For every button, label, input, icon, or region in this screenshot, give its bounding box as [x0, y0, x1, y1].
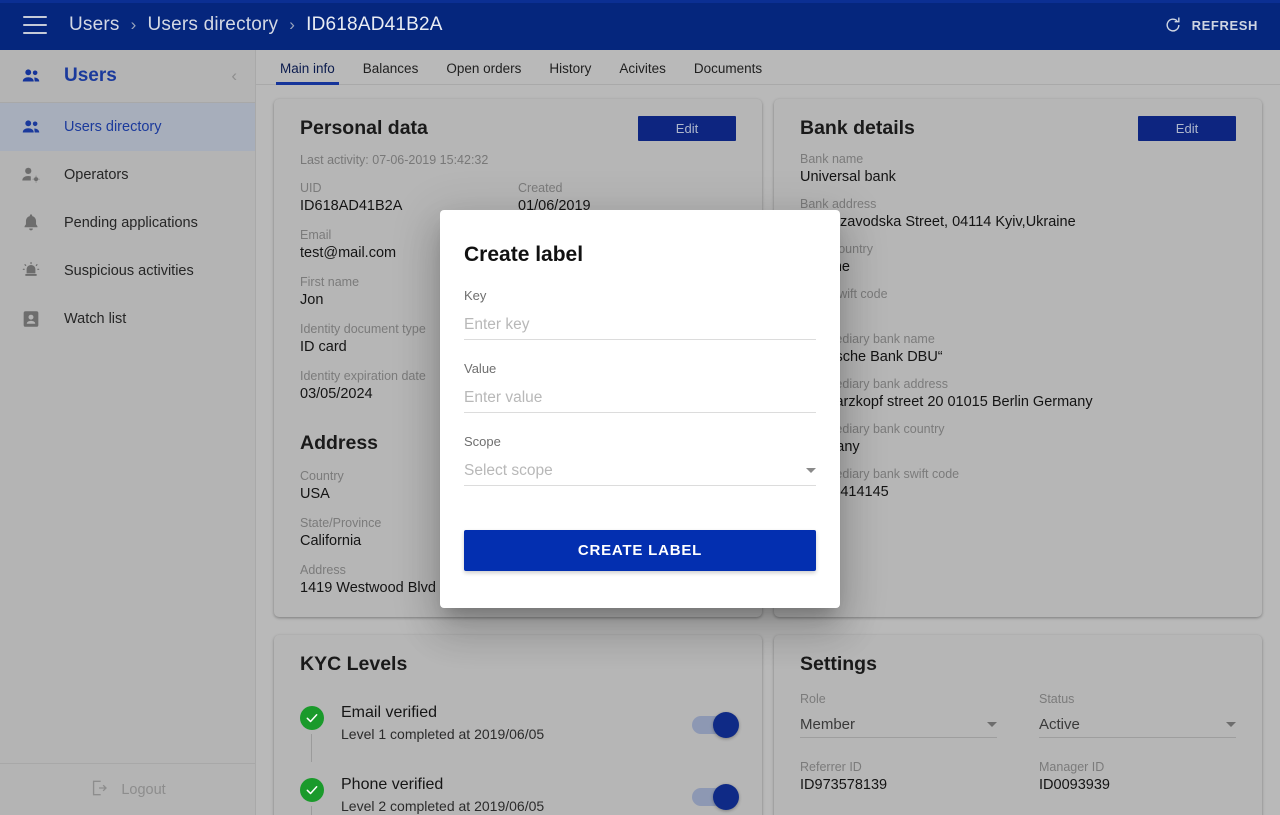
- key-field-group: Key: [464, 288, 816, 340]
- value-field-group: Value: [464, 361, 816, 413]
- value-input[interactable]: [464, 383, 816, 413]
- create-label-dialog: Create label Key Value Scope Select scop…: [440, 210, 840, 608]
- scope-placeholder: Select scope: [464, 461, 553, 479]
- app-root: Users › Users directory › ID618AD41B2A R…: [0, 0, 1280, 815]
- dialog-title: Create label: [464, 243, 584, 266]
- key-input[interactable]: [464, 310, 816, 340]
- value-field-label: Value: [464, 361, 497, 376]
- key-field-label: Key: [464, 288, 487, 303]
- scope-dropdown[interactable]: Select scope: [464, 456, 816, 486]
- scope-field-label: Scope: [464, 434, 501, 449]
- chevron-down-icon: [806, 468, 816, 473]
- create-label-button[interactable]: CREATE LABEL: [464, 530, 816, 571]
- scope-field-group: Scope Select scope: [464, 434, 816, 486]
